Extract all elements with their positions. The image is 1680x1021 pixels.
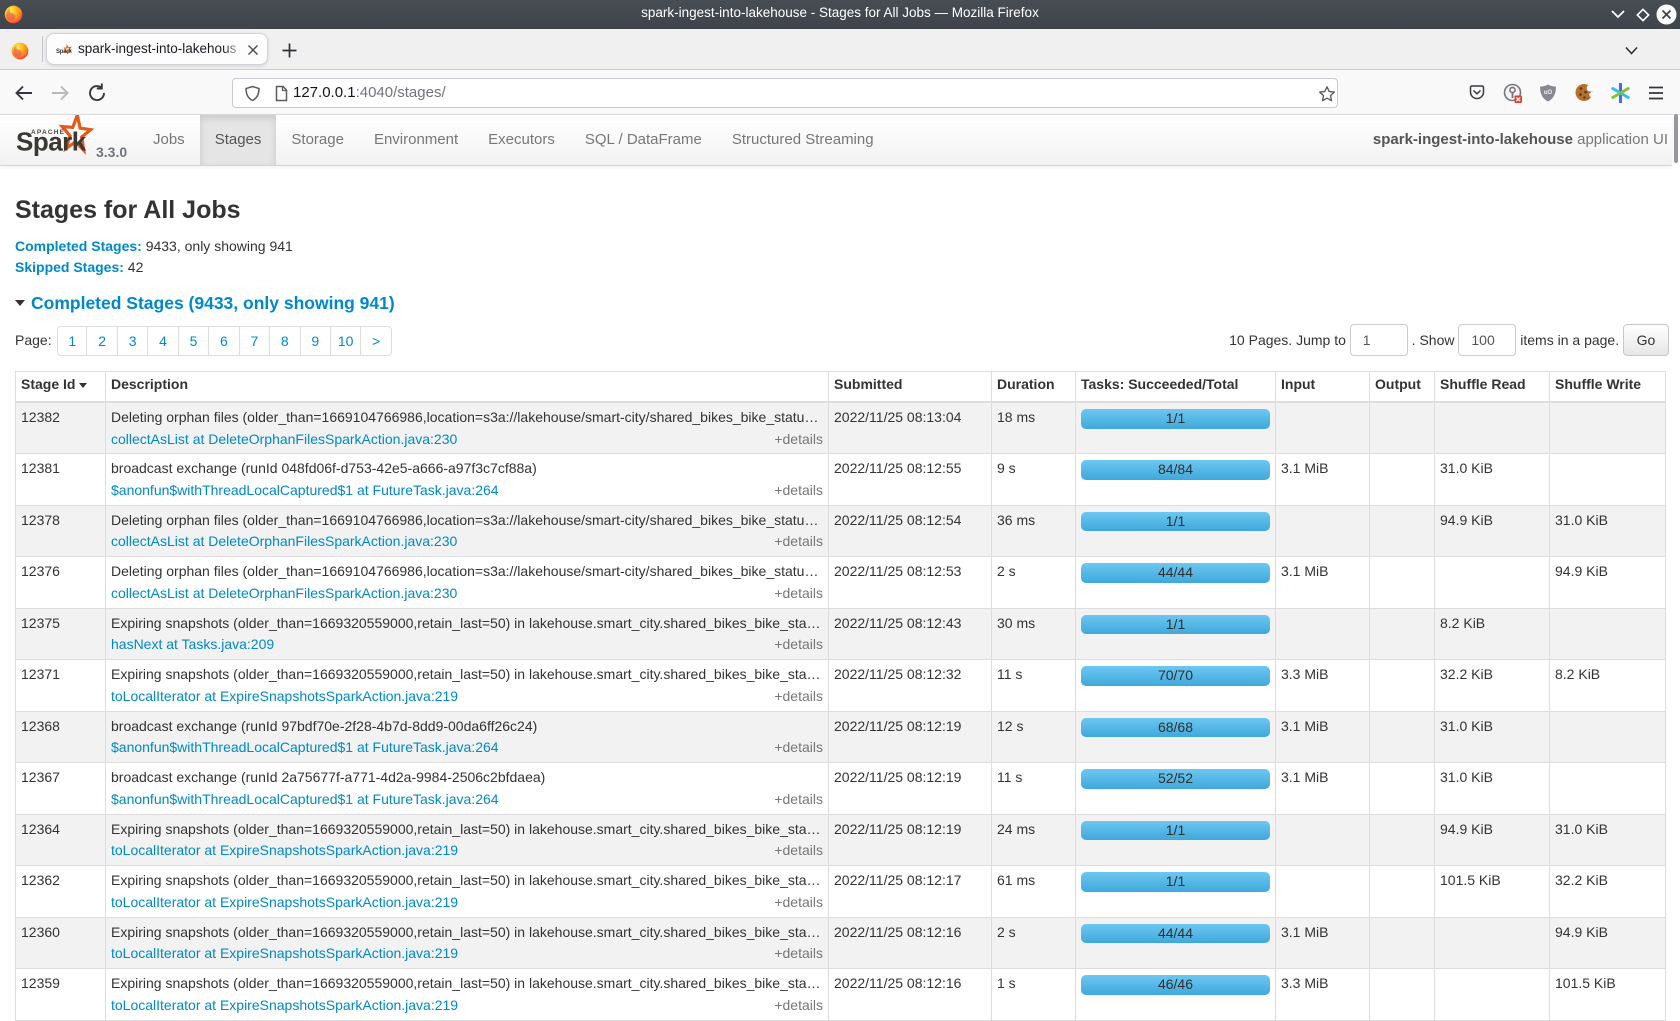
svg-text:uO: uO [1544,90,1553,96]
svg-text:APACHE: APACHE [31,129,65,136]
svg-text:Spark: Spark [56,48,72,54]
